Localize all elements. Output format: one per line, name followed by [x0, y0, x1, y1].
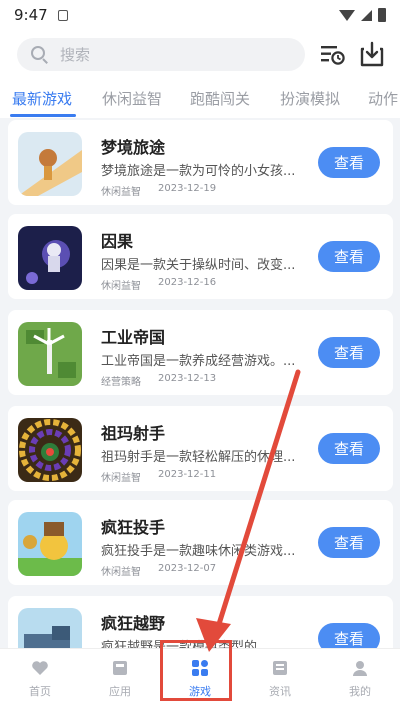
heart-icon [32, 661, 48, 675]
status-time: 9:47 [14, 6, 48, 24]
tab-casual-puzzle[interactable]: 休闲益智 [102, 88, 162, 109]
notification-icon [57, 9, 68, 21]
game-category: 休闲益智 [101, 281, 141, 292]
game-title: 疯狂越野 [101, 614, 166, 633]
view-button[interactable]: 查看 [318, 527, 380, 558]
nav-news[interactable]: 资讯 [240, 649, 320, 710]
game-description: 祖玛射手是一款轻松解压的休理... [101, 450, 296, 465]
game-title: 工业帝国 [101, 328, 166, 347]
category-tabs: 最新游戏 休闲益智 跑酷闯关 扮演模拟 动作 [0, 80, 400, 118]
search-icon [31, 46, 48, 64]
tab-parkour[interactable]: 跑酷闯关 [190, 88, 250, 109]
nav-apps[interactable]: 应用 [80, 649, 160, 710]
history-list-icon[interactable] [320, 42, 346, 66]
news-icon [273, 661, 287, 675]
nav-profile[interactable]: 我的 [320, 649, 400, 710]
battery-icon [378, 8, 386, 22]
game-date: 2023-12-13 [158, 373, 217, 384]
view-button[interactable]: 查看 [318, 147, 380, 178]
signal-icon [361, 9, 372, 21]
view-button[interactable]: 查看 [318, 337, 380, 368]
game-date: 2023-12-11 [158, 469, 217, 480]
app-icon [113, 661, 127, 675]
game-description: 疯狂投手是一款趣味休闲类游戏... [101, 544, 296, 559]
game-category: 休闲益智 [101, 567, 141, 578]
game-card[interactable]: 疯狂投手 疯狂投手是一款趣味休闲类游戏... 休闲益智 2023-12-07 查… [8, 500, 393, 585]
status-bar: 9:47 [0, 0, 400, 30]
game-thumbnail [18, 132, 82, 196]
game-category: 经营策略 [101, 377, 141, 388]
nav-home[interactable]: 首页 [0, 649, 80, 710]
game-card[interactable]: 祖玛射手 祖玛射手是一款轻松解压的休理... 休闲益智 2023-12-11 查… [8, 406, 393, 491]
search-placeholder: 搜索 [60, 46, 91, 64]
top-bar: 搜索 [0, 30, 400, 80]
game-thumbnail [18, 322, 82, 386]
tab-latest-games[interactable]: 最新游戏 [12, 88, 72, 109]
game-thumbnail [18, 226, 82, 290]
nav-label: 应用 [109, 685, 131, 698]
game-card[interactable]: 梦境旅途 梦境旅途是一款为可怜的小女孩... 休闲益智 2023-12-19 查… [8, 120, 393, 205]
game-title: 梦境旅途 [101, 138, 166, 157]
game-description: 因果是一款关于操纵时间、改变... [101, 258, 296, 273]
wifi-icon [339, 9, 355, 21]
game-description: 梦境旅途是一款为可怜的小女孩... [101, 164, 296, 179]
game-date: 2023-12-16 [158, 277, 217, 288]
annotation-highlight-box [160, 640, 232, 701]
game-date: 2023-12-19 [158, 183, 217, 194]
game-title: 祖玛射手 [101, 424, 166, 443]
search-input[interactable]: 搜索 [17, 38, 305, 71]
download-icon[interactable] [358, 40, 386, 68]
game-thumbnail [18, 418, 82, 482]
tab-simulation[interactable]: 扮演模拟 [280, 88, 340, 109]
status-indicators [339, 8, 386, 22]
game-thumbnail [18, 512, 82, 576]
nav-label: 我的 [349, 685, 371, 698]
nav-label: 资讯 [269, 685, 291, 698]
game-category: 休闲益智 [101, 473, 141, 484]
game-category: 休闲益智 [101, 187, 141, 198]
nav-label: 首页 [29, 685, 51, 698]
game-date: 2023-12-07 [158, 563, 217, 574]
game-card[interactable]: 因果 因果是一款关于操纵时间、改变... 休闲益智 2023-12-16 查看 [8, 214, 393, 299]
game-title: 因果 [101, 232, 134, 251]
game-title: 疯狂投手 [101, 518, 166, 537]
view-button[interactable]: 查看 [318, 433, 380, 464]
tab-indicator [10, 114, 76, 117]
view-button[interactable]: 查看 [318, 241, 380, 272]
game-description: 工业帝国是一款养成经营游戏。... [101, 354, 296, 369]
game-card[interactable]: 工业帝国 工业帝国是一款养成经营游戏。... 经营策略 2023-12-13 查… [8, 310, 393, 395]
profile-icon [353, 661, 367, 676]
tab-action[interactable]: 动作 [368, 88, 398, 109]
